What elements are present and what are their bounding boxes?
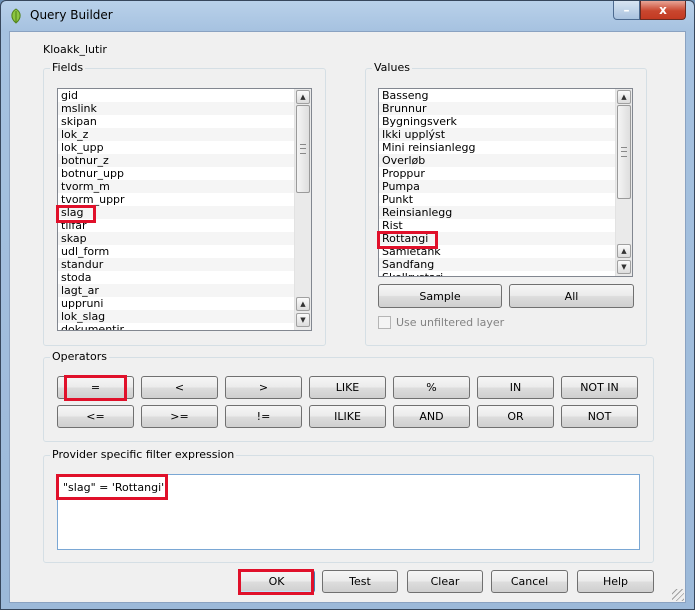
field-list-item[interactable]: uppruni [58, 297, 294, 310]
fields-scroll-up-button[interactable]: ▲ [296, 90, 310, 104]
field-list-item[interactable]: skipan [58, 115, 294, 128]
title-bar[interactable]: Query Builder – x [1, 1, 694, 31]
fields-list-items: gid mslink skipan lok_z lok_upp botnur_z botnu… [58, 89, 294, 330]
resize-grip-icon[interactable] [672, 589, 684, 601]
dialog-body: Kloakk_lutir Fields gid mslink skipan lok_z… [9, 31, 686, 603]
value-list-item[interactable]: Pumpa [379, 180, 615, 193]
field-list-item[interactable]: standur [58, 258, 294, 271]
value-list-item[interactable]: Bygningsverk [379, 115, 615, 128]
value-list-item[interactable]: Brunnur [379, 102, 615, 115]
value-list-item[interactable]: Samletank [379, 245, 615, 258]
test-button[interactable]: Test [322, 570, 398, 593]
field-list-item[interactable]: lok_upp [58, 141, 294, 154]
arrow-up-icon: ▲ [621, 247, 627, 255]
minimize-icon: – [623, 3, 630, 17]
operator-less-equal-button[interactable]: <= [57, 405, 134, 428]
values-scrollbar[interactable]: ▲ ▲ ▼ [615, 89, 632, 276]
operator-in-button[interactable]: IN [477, 376, 554, 399]
arrow-up-icon: ▲ [621, 93, 627, 101]
operator-greater-equal-button[interactable]: >= [141, 405, 218, 428]
fields-list[interactable]: gid mslink skipan lok_z lok_upp botnur_z botnu… [57, 88, 312, 331]
operator-less-than-button[interactable]: < [141, 376, 218, 399]
value-list-item[interactable]: Overløb [379, 154, 615, 167]
field-list-item[interactable]: tvorm_uppr [58, 193, 294, 206]
filter-expression-input[interactable]: "slag" = 'Rottangi' [57, 474, 640, 550]
values-group-title: Values [372, 61, 412, 74]
value-list-item[interactable]: Mini reinsianlegg [379, 141, 615, 154]
query-builder-window: Query Builder – x Kloakk_lutir Fields gi… [0, 0, 695, 610]
operator-equals-button[interactable]: = [57, 376, 134, 399]
cancel-button[interactable]: Cancel [491, 570, 568, 593]
field-list-item[interactable]: botnur_z [58, 154, 294, 167]
operators-group: Operators [43, 350, 654, 442]
value-list-item[interactable]: Rist [379, 219, 615, 232]
value-list-item[interactable]: Proppur [379, 167, 615, 180]
field-list-item[interactable]: stoda [58, 271, 294, 284]
value-list-item[interactable]: Sandfang [379, 258, 615, 271]
operator-not-equal-button[interactable]: != [225, 405, 302, 428]
operator-and-button[interactable]: AND [393, 405, 470, 428]
close-button[interactable]: x [640, 1, 686, 20]
values-scroll-up-button-lower[interactable]: ▲ [617, 244, 631, 258]
operator-not-in-button[interactable]: NOT IN [561, 376, 638, 399]
all-button[interactable]: All [509, 284, 634, 308]
value-list-item[interactable]: Rottangi [379, 232, 615, 245]
qgis-leaf-icon [11, 8, 21, 24]
operator-or-button[interactable]: OR [477, 405, 554, 428]
operator-greater-than-button[interactable]: > [225, 376, 302, 399]
values-scroll-up-button[interactable]: ▲ [617, 90, 631, 104]
operator-percent-button[interactable]: % [393, 376, 470, 399]
arrow-down-icon: ▼ [300, 316, 306, 324]
minimize-button[interactable]: – [613, 1, 640, 20]
value-list-item[interactable]: Basseng [379, 89, 615, 102]
layer-name-label: Kloakk_lutir [43, 43, 107, 56]
value-list-item[interactable]: Skellrystari [379, 271, 615, 276]
arrow-up-icon: ▲ [300, 93, 306, 101]
values-list[interactable]: Basseng Brunnur Bygningsverk Ikki upplýst Mi… [378, 88, 633, 277]
field-list-item[interactable]: lok_slag [58, 310, 294, 323]
filter-expression-group-title: Provider specific filter expression [50, 448, 237, 461]
clear-button[interactable]: Clear [407, 570, 483, 593]
field-list-item[interactable]: mslink [58, 102, 294, 115]
field-list-item[interactable]: skap [58, 232, 294, 245]
field-list-item[interactable]: gid [58, 89, 294, 102]
values-scroll-thumb[interactable] [617, 105, 631, 199]
fields-scroll-thumb[interactable] [296, 105, 310, 193]
arrow-down-icon: ▼ [621, 263, 627, 271]
values-list-items: Basseng Brunnur Bygningsverk Ikki upplýst Mi… [379, 89, 615, 276]
fields-scroll-up-button-lower[interactable]: ▲ [296, 297, 310, 311]
value-list-item[interactable]: Reinsianlegg [379, 206, 615, 219]
field-list-item[interactable]: slag [58, 206, 294, 219]
operator-like-button[interactable]: LIKE [309, 376, 386, 399]
operator-not-button[interactable]: NOT [561, 405, 638, 428]
field-list-item[interactable]: tvorm_m [58, 180, 294, 193]
field-list-item[interactable]: dokumentir [58, 323, 294, 330]
field-list-item[interactable]: udl_form [58, 245, 294, 258]
field-list-item[interactable]: lagt_ar [58, 284, 294, 297]
field-list-item[interactable]: tilfar [58, 219, 294, 232]
grip-icon [300, 144, 306, 154]
values-scroll-down-button[interactable]: ▼ [617, 260, 631, 274]
value-list-item[interactable]: Punkt [379, 193, 615, 206]
arrow-up-icon: ▲ [300, 300, 306, 308]
grip-icon [621, 147, 627, 157]
fields-group-title: Fields [50, 61, 86, 74]
field-list-item[interactable]: lok_z [58, 128, 294, 141]
ok-button[interactable]: OK [238, 570, 315, 593]
close-icon: x [659, 3, 667, 17]
value-list-item[interactable]: Ikki upplýst [379, 128, 615, 141]
sample-button[interactable]: Sample [378, 284, 502, 308]
use-unfiltered-label: Use unfiltered layer [396, 316, 505, 329]
operator-ilike-button[interactable]: ILIKE [309, 405, 386, 428]
fields-scroll-down-button[interactable]: ▼ [296, 313, 310, 327]
window-title: Query Builder [30, 8, 113, 22]
operators-group-title: Operators [50, 350, 109, 363]
field-list-item[interactable]: botnur_upp [58, 167, 294, 180]
fields-scrollbar[interactable]: ▲ ▲ ▼ [294, 89, 311, 330]
use-unfiltered-checkbox[interactable] [378, 316, 391, 329]
help-button[interactable]: Help [577, 570, 654, 593]
